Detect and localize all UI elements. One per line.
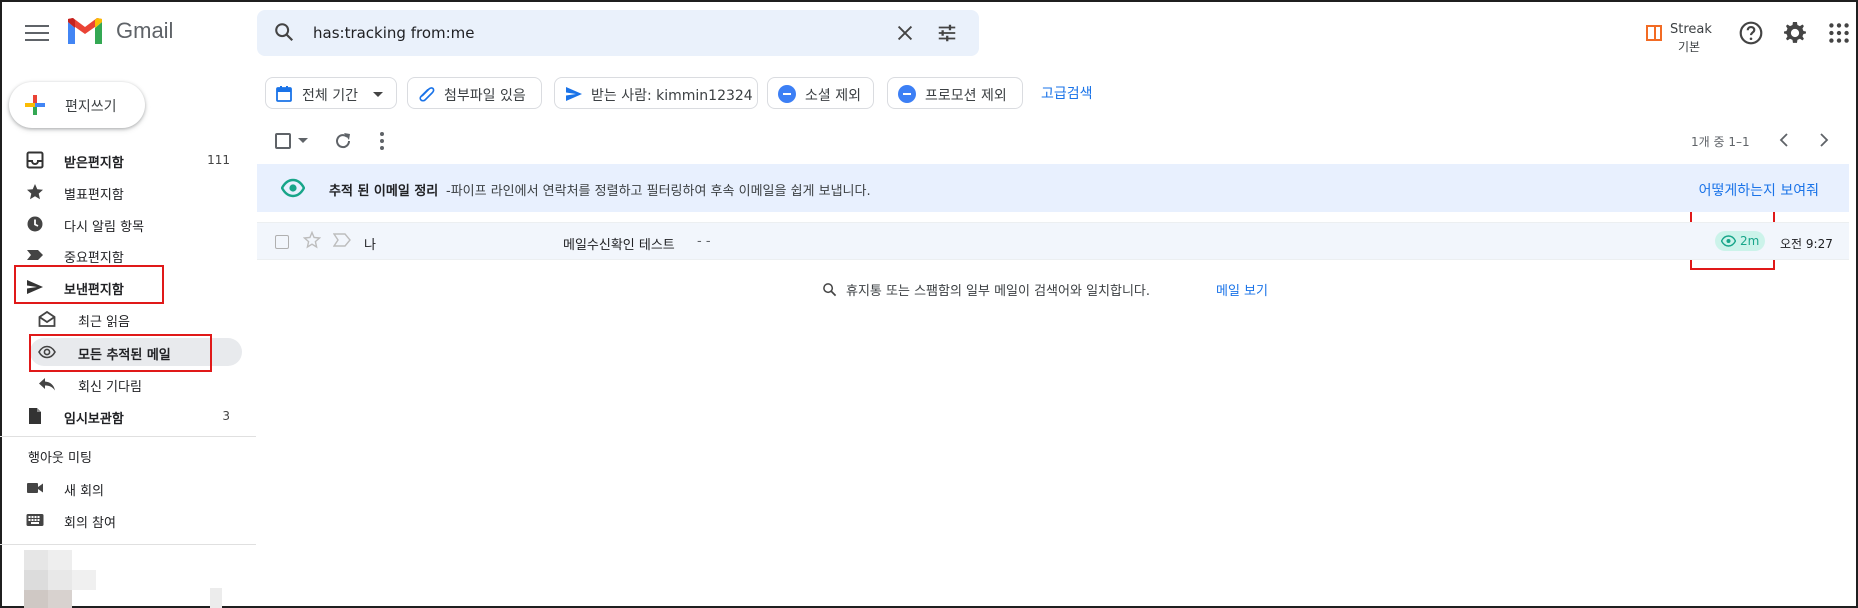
tracking-time: 2m [1740, 234, 1760, 248]
email-sender: 나 [364, 238, 376, 253]
sidebar-item-label: 중요편지함 [64, 251, 124, 266]
select-dropdown-icon[interactable] [298, 138, 308, 144]
notice-text: 휴지통 또는 스팸함의 일부 메일이 검색어와 일치합니다. [846, 284, 1151, 299]
star-icon [27, 184, 43, 200]
compose-plus-icon [25, 95, 45, 115]
banner-title: 추적 된 이메일 정리 [329, 184, 439, 199]
send-icon [566, 87, 582, 101]
meet-section-title: 행아웃 미팅 [28, 451, 92, 466]
draft-count: 3 [222, 409, 230, 423]
pagination-text: 1개 중 1–1 [1691, 135, 1750, 149]
app-name: Gmail [116, 18, 174, 43]
chip-exclude-promotions[interactable]: 프로모션 제외 [887, 77, 1023, 109]
inbox-icon [26, 151, 44, 169]
annotation-box-all-tracked [29, 334, 212, 372]
sidebar-item-starred[interactable]: 별표편지함 [0, 178, 242, 206]
streak-sublabel: 기본 [1678, 40, 1701, 54]
refresh-icon[interactable] [333, 131, 353, 151]
sidebar-item-inbox[interactable]: 받은편지함 111 [0, 146, 242, 174]
chip-date-range[interactable]: 전체 기간 [265, 77, 397, 109]
clock-icon [27, 216, 43, 232]
sidebar-item-label: 최근 읽음 [78, 315, 130, 330]
banner-text: -파이프 라인에서 연락처를 정렬하고 필터링하여 후속 이메일을 쉽게 보냅니… [446, 184, 871, 199]
select-all-checkbox[interactable] [275, 133, 291, 149]
sidebar-divider [0, 544, 256, 545]
sidebar-item-label: 임시보관함 [64, 412, 124, 427]
eye-icon [281, 178, 305, 198]
advanced-search-link[interactable]: 고급검색 [1041, 83, 1093, 103]
email-row[interactable]: 나 메일수신확인 테스트 - - 2m 오전 9:27 [257, 222, 1849, 260]
chip-exclude-social[interactable]: 소셜 제외 [767, 77, 874, 109]
search-input[interactable]: has:tracking from:me [313, 24, 475, 42]
sidebar-item-label: 회신 기다림 [78, 380, 142, 395]
video-icon [27, 483, 43, 493]
sidebar-item-drafts[interactable]: 임시보관함 3 [0, 402, 242, 430]
chip-label: 첨부파일 있음 [444, 88, 526, 104]
email-snippet: - - [697, 234, 711, 249]
banner-show-me-link[interactable]: 어떻게하는지 보여줘 [1699, 180, 1819, 200]
tracking-status-badge[interactable]: 2m [1715, 231, 1765, 251]
draft-icon [29, 408, 41, 424]
email-time: 오전 9:27 [1780, 237, 1833, 251]
email-subject: 메일수신확인 테스트 [563, 238, 675, 253]
unread-count: 111 [207, 153, 230, 167]
reply-icon [39, 378, 55, 391]
annotation-box-sent [14, 265, 164, 304]
remove-circle-icon [778, 85, 796, 103]
help-icon[interactable] [1738, 20, 1764, 46]
streak-logo-icon [1646, 25, 1662, 41]
compose-label: 편지쓰기 [65, 99, 117, 115]
top-bar: Gmail has:tracking from:me Streak 기본 [0, 0, 1858, 66]
sidebar-item-label: 별표편지함 [64, 188, 124, 203]
star-outline-icon[interactable] [303, 231, 321, 249]
search-icon[interactable] [273, 21, 295, 43]
chip-label: 프로모션 제외 [925, 88, 1007, 104]
streak-button[interactable]: Streak 기본 [1646, 22, 1716, 56]
close-icon[interactable] [894, 22, 916, 44]
search-options-icon[interactable] [936, 22, 958, 44]
more-vert-icon[interactable] [374, 131, 390, 151]
apps-grid-icon[interactable] [1826, 20, 1852, 46]
row-checkbox[interactable] [275, 235, 289, 249]
sidebar-divider [0, 436, 256, 437]
chevron-left-icon[interactable] [1778, 133, 1790, 147]
chip-label: 전체 기간 [302, 88, 358, 104]
view-messages-link[interactable]: 메일 보기 [1216, 280, 1268, 299]
gmail-logo-icon [68, 18, 102, 44]
chevron-down-icon [373, 92, 383, 97]
gear-icon[interactable] [1782, 20, 1808, 46]
paperclip-icon [419, 87, 435, 102]
chip-label: 소셜 제외 [805, 88, 861, 104]
calendar-icon [276, 86, 292, 102]
streak-label: Streak [1670, 22, 1712, 37]
important-icon [27, 250, 43, 260]
sidebar-item-join-meeting[interactable]: 회의 참여 [0, 506, 242, 534]
search-bar[interactable]: has:tracking from:me [257, 10, 979, 56]
chip-label: 받는 사람: kimmin12324 [591, 88, 753, 104]
sidebar-item-recently-read[interactable]: 최근 읽음 [0, 305, 242, 333]
sidebar-item-snoozed[interactable]: 다시 알림 항목 [0, 210, 242, 238]
tracking-promo-banner: 추적 된 이메일 정리 -파이프 라인에서 연락처를 정렬하고 필터링하여 후속… [257, 164, 1849, 212]
chip-has-attachment[interactable]: 첨부파일 있음 [407, 77, 542, 109]
compose-button[interactable]: 편지쓰기 [9, 82, 145, 128]
search-icon [823, 283, 837, 297]
important-outline-icon[interactable] [333, 233, 351, 247]
pixelated-avatar-area [24, 548, 234, 608]
sidebar-item-label: 회의 참여 [64, 516, 116, 531]
chip-recipient[interactable]: 받는 사람: kimmin12324 [554, 77, 758, 109]
chevron-right-icon[interactable] [1818, 133, 1830, 147]
sidebar-item-new-meeting[interactable]: 새 회의 [0, 474, 242, 502]
remove-circle-icon [898, 85, 916, 103]
sidebar-item-label: 다시 알림 항목 [64, 220, 145, 235]
sidebar-item-label: 새 회의 [64, 484, 105, 499]
main-menu-button[interactable] [22, 20, 52, 46]
sidebar-item-awaiting-reply[interactable]: 회신 기다림 [0, 370, 242, 398]
open-mail-icon [38, 310, 56, 327]
eye-icon [1721, 235, 1736, 247]
sidebar-item-label: 받은편지함 [64, 156, 124, 171]
keyboard-icon [26, 514, 44, 526]
